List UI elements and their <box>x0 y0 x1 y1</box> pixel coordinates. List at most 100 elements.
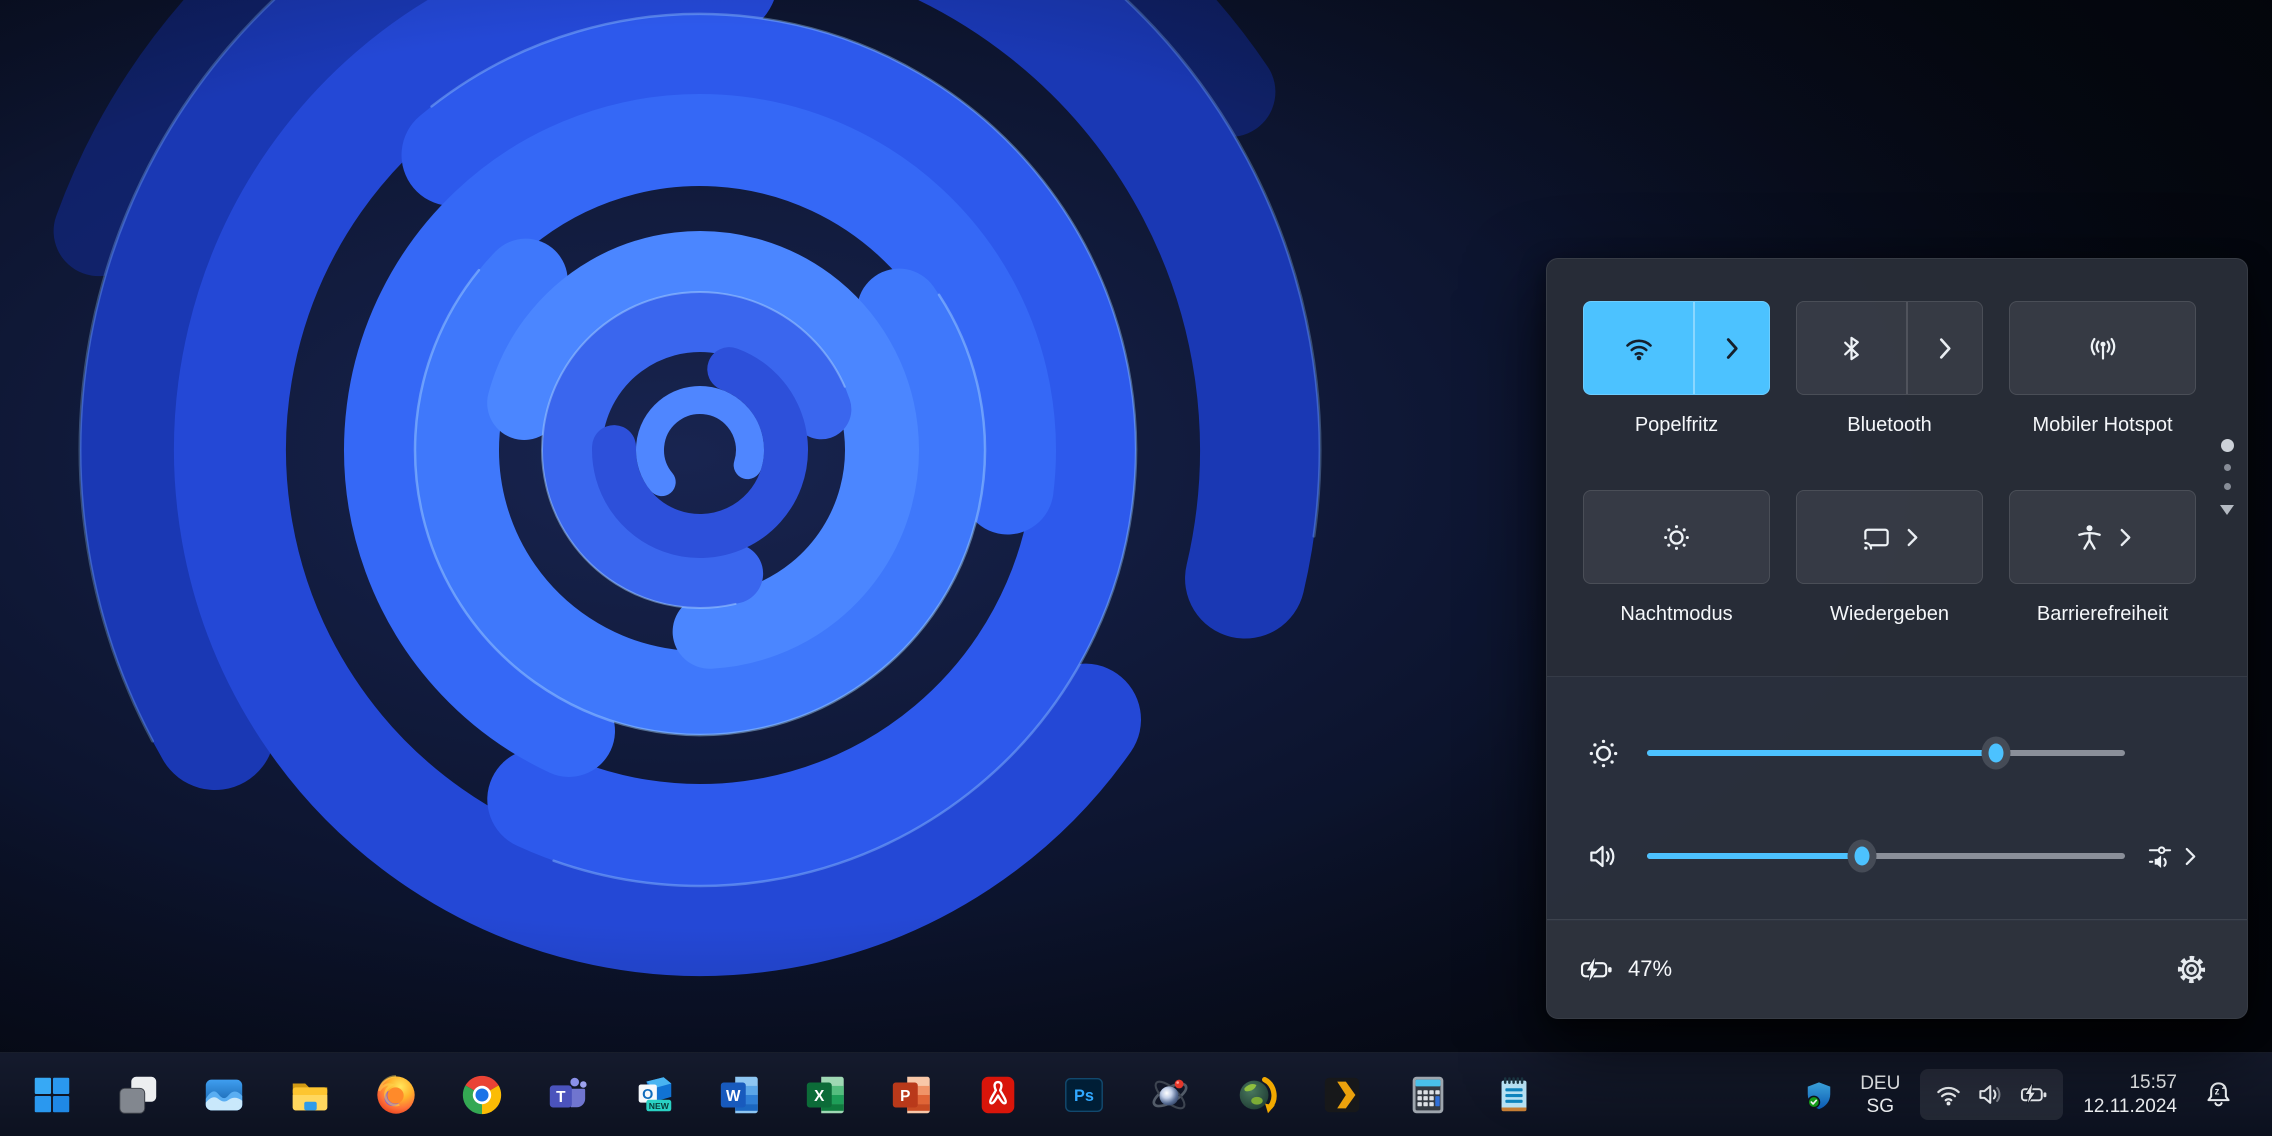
photoshop-icon: Ps <box>1061 1072 1107 1118</box>
taskbar-teams-button[interactable]: T <box>536 1063 600 1127</box>
outlook-new-icon: O NEW <box>631 1072 677 1118</box>
taskbar-acrobat-button[interactable] <box>966 1063 1030 1127</box>
night-mode-tile[interactable] <box>1583 490 1770 584</box>
battery-percent-label: 47% <box>1628 956 1672 982</box>
taskbar-calculator-button[interactable] <box>1396 1063 1460 1127</box>
chevron-right-icon <box>2184 846 2197 867</box>
volume-slider[interactable] <box>1647 836 2125 876</box>
volume-row <box>1583 834 2197 878</box>
bluetooth-toggle[interactable] <box>1797 302 1906 394</box>
page-dot[interactable] <box>2224 464 2231 471</box>
page-dot[interactable] <box>2224 483 2231 490</box>
taskbar-photoshop-button[interactable]: Ps <box>1052 1063 1116 1127</box>
bluetooth-expand-button[interactable] <box>1908 302 1982 394</box>
wifi-tray-icon <box>1934 1080 1963 1109</box>
quick-settings-panel: Popelfritz Blue <box>1546 258 2248 1019</box>
desktop: Popelfritz Blue <box>0 0 2272 1136</box>
accessibility-cell: Barrierefreiheit <box>2009 490 2196 679</box>
taskbar-media-atom-button[interactable] <box>1138 1063 1202 1127</box>
bluetooth-tile[interactable] <box>1796 301 1983 395</box>
taskbar-plex-button[interactable] <box>1310 1063 1374 1127</box>
quick-settings-footer: 47% <box>1547 919 2247 1018</box>
mobile-hotspot-tile-label: Mobiler Hotspot <box>2032 412 2172 438</box>
jdownloader-globe-icon <box>1233 1072 1279 1118</box>
volume-slider-thumb[interactable] <box>1848 840 1877 873</box>
chevron-right-icon <box>1906 527 1919 548</box>
night-mode-icon <box>1661 522 1692 553</box>
windows-security-tray-button[interactable] <box>1798 1074 1840 1116</box>
wifi-tile[interactable] <box>1583 301 1770 395</box>
firefox-icon <box>373 1072 419 1118</box>
night-mode-cell: Nachtmodus <box>1583 490 1770 679</box>
quick-settings-tray-button[interactable] <box>1920 1069 2063 1120</box>
taskbar-powerpoint-button[interactable]: P <box>880 1063 944 1127</box>
teams-icon: T <box>545 1072 591 1118</box>
wifi-icon <box>1622 331 1656 365</box>
clock-time: 15:57 <box>2083 1071 2177 1095</box>
taskbar-outlook-button[interactable]: O NEW <box>622 1063 686 1127</box>
hotspot-cell: Mobiler Hotspot <box>2009 301 2196 490</box>
svg-text:W: W <box>726 1088 741 1105</box>
language-line1: DEU <box>1860 1072 1900 1095</box>
taskbar-excel-button[interactable]: X <box>794 1063 858 1127</box>
page-dot-current[interactable] <box>2221 439 2234 452</box>
audio-output-button[interactable] <box>2147 843 2197 870</box>
wifi-toggle[interactable] <box>1584 302 1693 394</box>
taskbar-task-view-button[interactable] <box>106 1063 170 1127</box>
cast-icon <box>1861 522 1892 553</box>
cast-tile[interactable] <box>1796 490 1983 584</box>
bell-do-not-disturb-icon: z z <box>2203 1079 2234 1110</box>
battery-charging-icon <box>1579 955 1616 984</box>
svg-text:Ps: Ps <box>1074 1087 1094 1105</box>
bluetooth-cell: Bluetooth <box>1796 301 1983 490</box>
brightness-slider-thumb[interactable] <box>1981 737 2010 770</box>
chevron-right-icon <box>1725 335 1740 362</box>
wifi-cell: Popelfritz <box>1583 301 1770 490</box>
audio-output-icon <box>2147 843 2174 870</box>
taskbar-chrome-button[interactable] <box>450 1063 514 1127</box>
brightness-row <box>1583 731 2125 775</box>
brightness-icon <box>1583 736 1623 771</box>
language-switcher[interactable]: DEU SG <box>1860 1072 1900 1118</box>
taskbar-file-explorer-button[interactable] <box>278 1063 342 1127</box>
svg-text:z: z <box>2222 1082 2226 1091</box>
clock[interactable]: 15:57 12.11.2024 <box>2083 1071 2177 1119</box>
brightness-slider[interactable] <box>1647 733 2125 773</box>
atom-orbit-app-icon <box>1147 1072 1193 1118</box>
language-line2: SG <box>1860 1095 1900 1118</box>
accessibility-tile-label: Barrierefreiheit <box>2037 601 2168 627</box>
chevron-right-icon <box>2119 527 2132 548</box>
accessibility-icon <box>2074 522 2105 553</box>
sliders-section <box>1547 676 2247 921</box>
taskbar-notepad-button[interactable] <box>1482 1063 1546 1127</box>
battery-tray-icon <box>2020 1080 2049 1109</box>
task-view-icon <box>115 1072 161 1118</box>
plex-icon <box>1319 1072 1365 1118</box>
taskbar-task-manager-button[interactable] <box>192 1063 256 1127</box>
chrome-icon <box>459 1072 505 1118</box>
svg-text:T: T <box>556 1089 566 1106</box>
volume-track[interactable] <box>1647 853 2125 859</box>
settings-button[interactable] <box>2167 945 2215 993</box>
taskbar-word-button[interactable]: W <box>708 1063 772 1127</box>
battery-status[interactable]: 47% <box>1579 955 1672 984</box>
wifi-tile-label: Popelfritz <box>1635 412 1718 438</box>
gear-icon <box>2175 953 2208 986</box>
taskbar-jdownloader-button[interactable] <box>1224 1063 1288 1127</box>
accessibility-tile[interactable] <box>2009 490 2196 584</box>
brightness-track[interactable] <box>1647 750 2125 756</box>
taskbar-start-button[interactable] <box>20 1063 84 1127</box>
notification-center-button[interactable]: z z <box>2197 1073 2240 1116</box>
taskbar-firefox-button[interactable] <box>364 1063 428 1127</box>
powerpoint-icon: P <box>889 1072 935 1118</box>
taskbar: T O NEW <box>0 1052 2272 1136</box>
task-manager-icon <box>201 1072 247 1118</box>
next-page-arrow[interactable] <box>2220 505 2234 515</box>
quick-settings-tile-grid: Popelfritz Blue <box>1583 301 2196 679</box>
bluetooth-icon <box>1837 334 1866 363</box>
volume-icon <box>1583 840 1623 873</box>
mobile-hotspot-tile[interactable] <box>2009 301 2196 395</box>
wifi-expand-button[interactable] <box>1695 302 1769 394</box>
windows-start-icon <box>29 1072 75 1118</box>
acrobat-reader-icon <box>975 1072 1021 1118</box>
